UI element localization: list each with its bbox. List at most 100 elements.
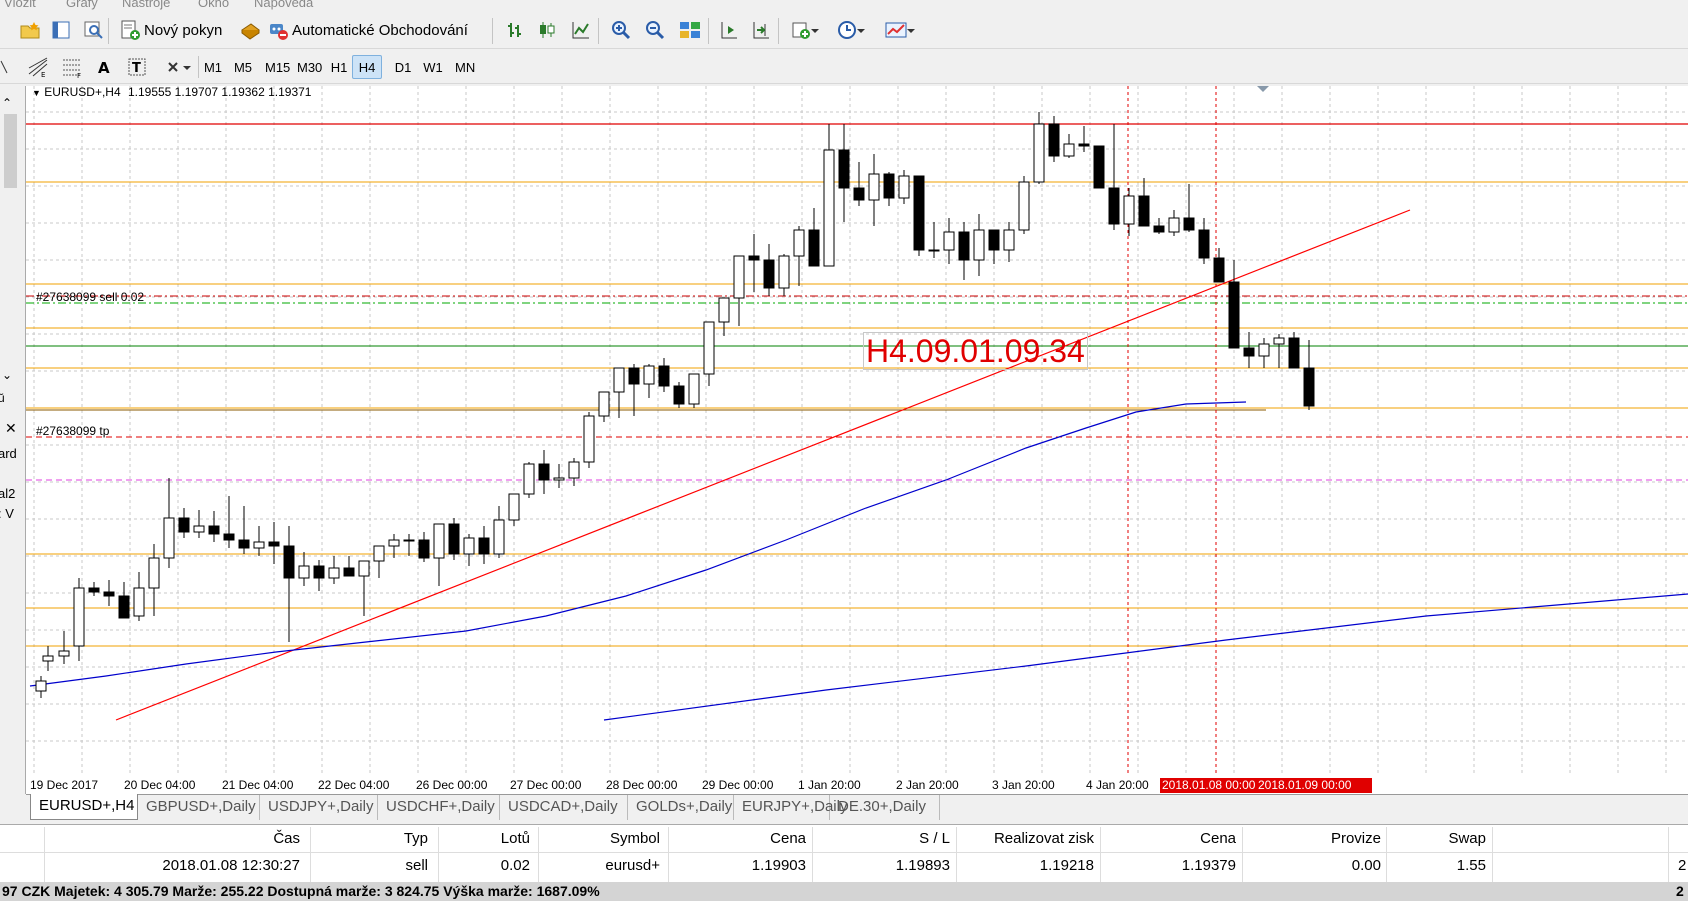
order-line-label[interactable]: #27638099 sell 0.02 [36, 290, 144, 304]
candlestick [583, 415, 595, 463]
timeframe-button-m1[interactable]: M1 [198, 55, 228, 79]
line-chart-button[interactable] [566, 16, 596, 44]
table-cell: 1.19218 [1039, 857, 1094, 874]
auto-trading-button[interactable]: Automatické Obchodování [262, 16, 473, 44]
column-header[interactable]: Provize [1331, 830, 1381, 847]
grid-tool-icon: E [28, 57, 48, 78]
tile-windows-button[interactable] [674, 16, 706, 44]
timeframe-button-h1[interactable]: H1 [324, 55, 354, 79]
text-label-tool-button[interactable]: T [122, 53, 152, 81]
menu-item-help[interactable]: Nápověda [254, 0, 313, 10]
chart-tab[interactable]: USDCAD+,Daily [500, 795, 628, 820]
timeframe-button-m30[interactable]: M30 [292, 55, 327, 79]
column-header[interactable]: Symbol [610, 830, 660, 847]
column-header[interactable]: S / L [919, 830, 950, 847]
column-separator [1386, 827, 1387, 885]
candlestick [778, 255, 790, 289]
timeframe-button-mn[interactable]: MN [450, 55, 480, 79]
column-header[interactable]: Lotů [501, 830, 530, 847]
autoscroll-button[interactable] [746, 16, 776, 44]
chart-menu-triangle-icon[interactable]: ▼ [32, 88, 41, 98]
timeframe-button-m5[interactable]: M5 [228, 55, 258, 79]
menu-item-charts[interactable]: Grafy [66, 0, 98, 10]
timeframe-button-m15[interactable]: M15 [260, 55, 295, 79]
chart-shift-icon [721, 22, 737, 39]
candlestick [823, 149, 835, 267]
column-header[interactable]: Typ [404, 830, 428, 847]
candlestick [343, 567, 355, 577]
menu-item-tools[interactable]: Nástroje [122, 0, 170, 10]
table-cell: 1.19903 [751, 857, 806, 874]
timeframe-button-w1[interactable]: W1 [418, 55, 448, 79]
chart-text-object[interactable]: H4.09.01.09.34 [863, 332, 1088, 370]
market-watch-button[interactable] [78, 16, 110, 44]
candlestick [463, 537, 475, 555]
chart-shift-button[interactable] [714, 16, 744, 44]
timeframe-button-h4[interactable]: H4 [352, 55, 382, 79]
chart-canvas[interactable] [26, 86, 1688, 794]
candlestick [193, 525, 205, 533]
candlestick-chart-button[interactable] [532, 16, 562, 44]
candlestick [253, 541, 265, 549]
time-axis-label: 27 Dec 00:00 [510, 778, 582, 792]
chart-tab[interactable]: DE.30+,Daily [830, 795, 940, 820]
navigator-button[interactable] [46, 16, 76, 44]
text-a-icon: A [98, 59, 110, 77]
column-separator [668, 827, 669, 885]
column-header[interactable]: Čas [273, 830, 300, 847]
fibo-tool-button[interactable]: F [56, 53, 90, 81]
candlestick [763, 259, 775, 289]
candlestick [493, 519, 505, 555]
candlestick [688, 373, 700, 405]
column-header[interactable]: Cena [1200, 830, 1236, 847]
candlestick [268, 541, 280, 547]
chart-tab[interactable]: USDCHF+,Daily [378, 795, 500, 820]
new-order-button[interactable]: Nový pokyn [114, 16, 227, 44]
indicators-button[interactable] [786, 16, 824, 44]
candlestick [1213, 257, 1225, 283]
take-profit-line-label[interactable]: #27638099 tp [36, 424, 109, 438]
chart-tabs: EURUSD+,H4 GBPUSD+,Daily USDJPY+,Daily USDC… [26, 794, 1688, 820]
profiles-button[interactable] [14, 16, 46, 44]
candlestick [808, 229, 820, 267]
chart-tab[interactable]: EURJPY+,Daily [734, 795, 847, 820]
bar-chart-button[interactable] [500, 16, 530, 44]
price-chart[interactable]: ▼ EURUSD+,H4 1.19555 1.19707 1.19362 1.1… [26, 86, 1688, 794]
timeframe-button-d1[interactable]: D1 [388, 55, 418, 79]
time-axis-label: 3 Jan 20:00 [992, 778, 1055, 792]
svg-text:T: T [132, 61, 141, 76]
chart-tab[interactable]: GBPUSD+,Daily [138, 795, 260, 820]
column-header[interactable]: Realizovat zisk [994, 830, 1094, 847]
zoom-out-button[interactable] [640, 16, 670, 44]
templates-button[interactable] [880, 16, 920, 44]
scroll-down-arrow-icon[interactable]: ⌄ [2, 368, 12, 382]
candlestick [1003, 229, 1015, 251]
column-header[interactable]: Swap [1448, 830, 1486, 847]
arrows-tool-button[interactable] [160, 53, 200, 81]
candlestick [568, 461, 580, 479]
chart-tab[interactable]: GOLDs+,Daily [628, 795, 734, 820]
highlighted-time-label: 2018.01.08 00:00 [1160, 778, 1256, 793]
clock-icon [838, 21, 856, 39]
panel-tab-fragment[interactable]: ŭ [0, 391, 5, 405]
panel-close-icon[interactable]: ✕ [5, 420, 17, 437]
vertical-line-tool-button[interactable] [0, 53, 14, 81]
scroll-up-arrow-icon[interactable]: ⌃ [2, 96, 12, 110]
candlestick [508, 493, 520, 521]
zoom-in-button[interactable] [606, 16, 636, 44]
panel-text-fragment-1: ard [0, 446, 17, 461]
candlestick [283, 545, 295, 579]
chart-tab[interactable]: EURUSD+,H4 [30, 794, 138, 820]
text-tool-button[interactable]: A [90, 53, 118, 81]
column-header[interactable]: Cena [770, 830, 806, 847]
chevron-down-icon [857, 29, 865, 33]
gann-tool-button[interactable]: E [22, 53, 56, 81]
periods-button[interactable] [832, 16, 870, 44]
chart-tab[interactable]: USDJPY+,Daily [260, 795, 378, 820]
auto-trading-icon [270, 24, 288, 40]
menu-item-insert[interactable]: Vložit [4, 0, 36, 10]
menu-item-window[interactable]: Okno [198, 0, 229, 10]
candlestick [1198, 229, 1210, 259]
candlestick [148, 557, 160, 589]
panel-scrollbar-thumb[interactable] [4, 114, 17, 188]
